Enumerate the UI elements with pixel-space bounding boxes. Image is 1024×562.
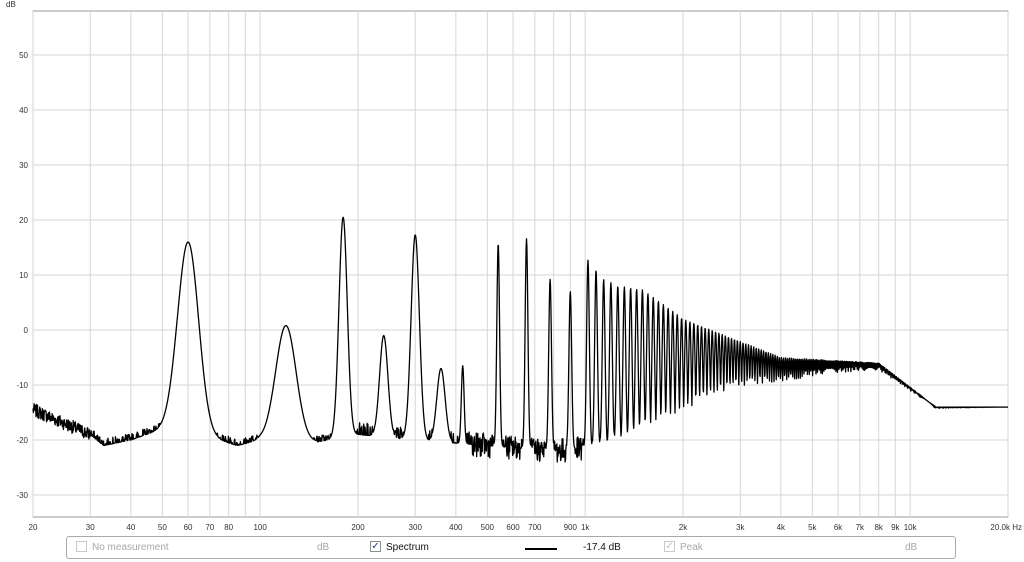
x-tick-label: 600 [506,523,520,532]
y-tick-label: -10 [16,381,28,390]
x-tick-label: 300 [409,523,423,532]
y-tick-label: 0 [24,326,29,335]
y-tick-label: 20 [19,216,28,225]
x-tick-label: 4k [777,523,786,532]
x-tick-label: 2k [679,523,688,532]
spectrum-value: -17.4 dB [583,542,621,553]
x-tick-label: 3k [736,523,745,532]
x-tick-label: 200 [351,523,365,532]
no-measurement-checkbox[interactable] [76,541,87,552]
x-tick-label: 40 [126,523,135,532]
x-tick-label: 500 [481,523,495,532]
x-tick-label: 70 [205,523,214,532]
x-tick-label: 100 [253,523,267,532]
x-tick-label: 9k [891,523,900,532]
y-tick-label: 50 [19,51,28,60]
spectrum-checkbox[interactable]: ✓ [370,541,381,552]
x-tick-label: 700 [528,523,542,532]
x-tick-label: 50 [158,523,167,532]
y-tick-label: 40 [19,106,28,115]
plot-area [32,10,1009,518]
y-tick-label: 30 [19,161,28,170]
y-axis-label: dB [6,0,16,9]
x-tick-label: 20.0k Hz [990,523,1022,532]
y-tick-label: -20 [16,436,28,445]
peak-label: Peak [680,542,703,553]
spectrum-chart: -30 -20 -10 0 10 20 30 40 50 20 30 40 50 60 70 80 100 200… [6,0,1022,532]
x-tick-label: 30 [86,523,95,532]
spectrum-label: Spectrum [386,542,429,553]
x-tick-label: 1k [581,523,590,532]
x-tick-label: 400 [449,523,463,532]
y-tick-label: -30 [16,491,28,500]
x-tick-label: 7k [856,523,865,532]
x-tick-label: 6k [834,523,843,532]
no-measurement-label: No measurement [92,542,169,553]
x-tick-label: 10k [904,523,918,532]
peak-unit: dB [905,542,918,553]
x-tick-label: 60 [184,523,193,532]
x-tick-label: 80 [224,523,233,532]
x-tick-label: 8k [874,523,883,532]
legend-panel: No measurement dB ✓ Spectrum -17.4 dB ✓ … [66,536,956,559]
x-tick-label: 900 [564,523,578,532]
y-tick-label: 10 [19,271,28,280]
spectrum-line-swatch [525,548,557,550]
peak-checkbox[interactable]: ✓ [664,541,675,552]
no-measurement-unit: dB [317,542,330,553]
x-tick-label: 5k [808,523,817,532]
x-tick-label: 20 [29,523,38,532]
